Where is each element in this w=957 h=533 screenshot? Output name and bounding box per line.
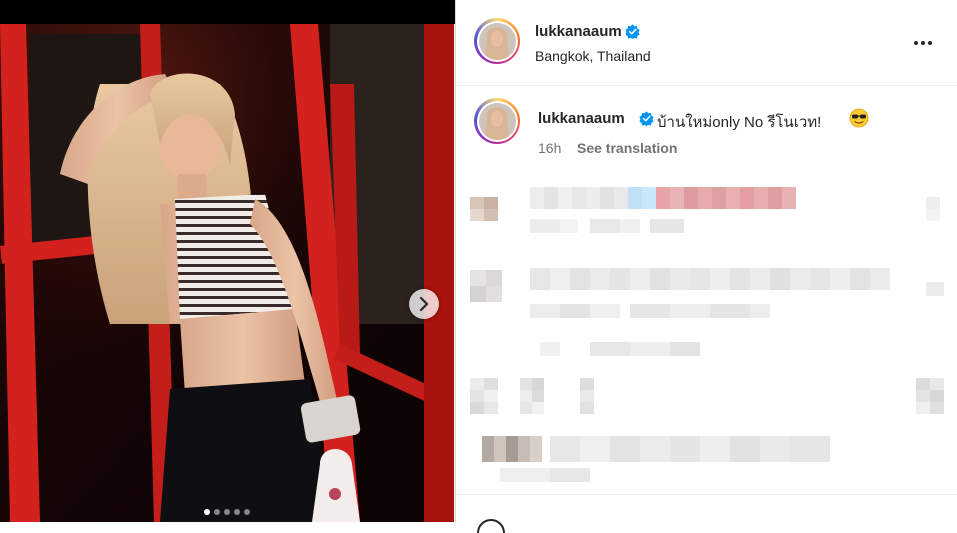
- slide-dot: [214, 509, 220, 515]
- post-actions-bar: [456, 494, 957, 533]
- post-photo: [0, 24, 454, 522]
- next-slide-button[interactable]: [409, 289, 439, 319]
- pixelated-comment: [470, 187, 940, 233]
- avatar-image: [478, 102, 516, 140]
- verified-badge-icon: [625, 24, 640, 39]
- author-username[interactable]: lukkanaaum: [535, 23, 622, 40]
- verified-badge-icon: [639, 111, 654, 126]
- slide-dot: [234, 509, 240, 515]
- caption-username[interactable]: lukkanaaum: [538, 110, 625, 127]
- avatar-image: [478, 22, 516, 60]
- see-translation-link[interactable]: See translation: [577, 140, 677, 156]
- caption-author-avatar[interactable]: [474, 98, 520, 144]
- post-side-panel: lukkanaaum Bangkok, Thailand lukkanaaum …: [455, 0, 957, 533]
- sunglasses-emoji-icon: [849, 108, 869, 128]
- post-header: lukkanaaum Bangkok, Thailand: [456, 0, 957, 86]
- slide-dot: [244, 509, 250, 515]
- post-media[interactable]: [0, 24, 454, 522]
- comment-3-censored: [470, 376, 950, 491]
- slide-dot: [224, 509, 230, 515]
- slide-indicator: [0, 509, 454, 515]
- pixelated-comment: [470, 268, 944, 356]
- like-icon[interactable]: [476, 513, 506, 533]
- chevron-right-icon: [419, 297, 429, 311]
- comment-2-censored: [470, 266, 950, 371]
- comment-1-censored: [470, 185, 950, 250]
- caption-text: บ้านใหม่only No รีโนเวท!: [657, 114, 822, 131]
- more-options-icon[interactable]: [914, 38, 934, 48]
- post-location[interactable]: Bangkok, Thailand: [535, 48, 651, 64]
- slide-dot-active: [204, 509, 210, 515]
- post-timestamp[interactable]: 16h: [538, 140, 561, 156]
- author-avatar[interactable]: [474, 18, 520, 64]
- pixelated-comment: [470, 378, 944, 482]
